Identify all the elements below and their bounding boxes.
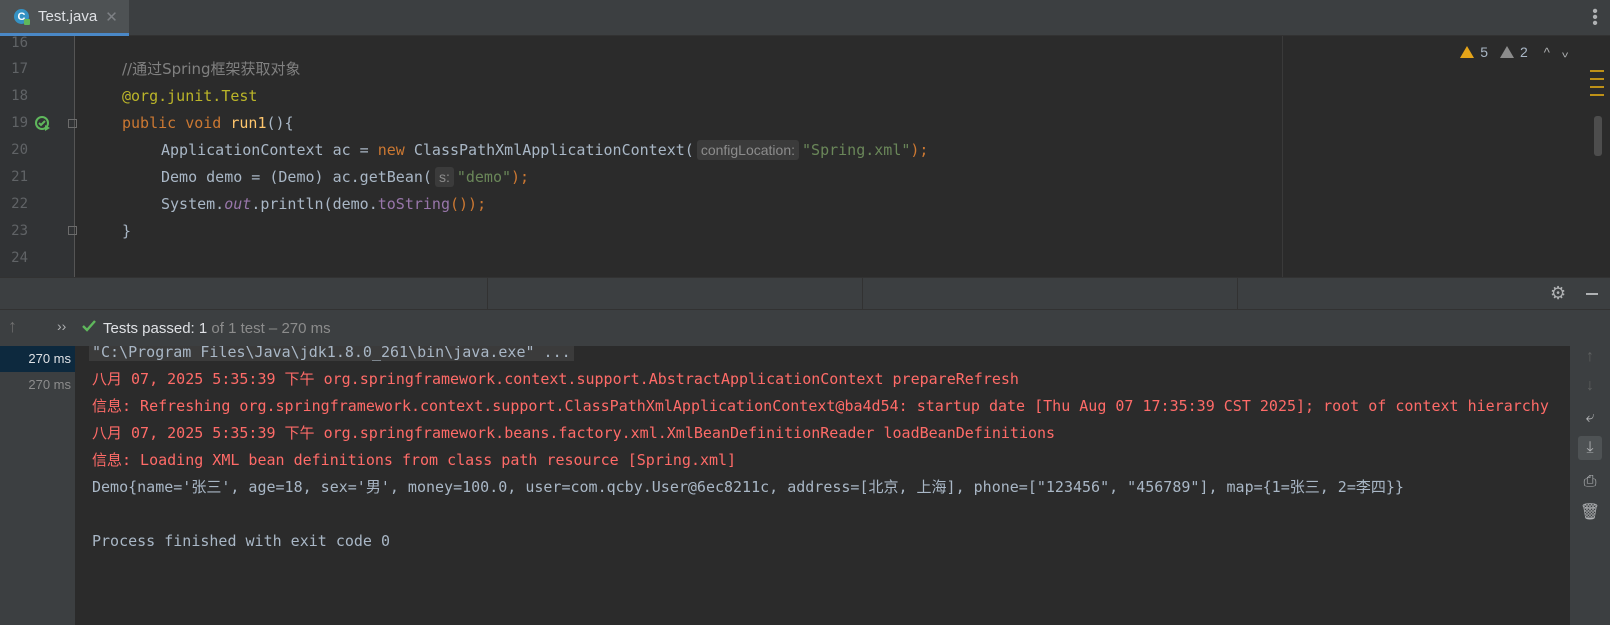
line-number: 19 [11, 115, 28, 131]
parameter-hint: s: [434, 167, 454, 187]
console-line: 八月 07, 2025 5:35:39 下午 org.springframewo… [92, 424, 1056, 442]
line-number: 18 [11, 88, 28, 104]
fold-icon[interactable] [68, 226, 77, 235]
trash-icon[interactable]: 🗑 [1578, 500, 1602, 524]
print-icon[interactable]: ⎙ [1578, 470, 1602, 494]
java-class-icon: C [14, 9, 30, 25]
code-text: System. [161, 195, 225, 213]
code-keyword: void [185, 114, 222, 132]
tab-label: Test.java [38, 8, 98, 25]
code-text: Demo demo = (Demo) ac.getBean( [161, 168, 432, 186]
error-stripe[interactable] [1590, 70, 1604, 102]
status-label: Tests passed: [103, 320, 199, 337]
console-output[interactable]: "C:\Program Files\Java\jdk1.8.0_261\bin\… [75, 346, 1570, 625]
tab-test-java[interactable]: C Test.java ✕ [0, 0, 129, 36]
editor-gutter: 16 17 18 19 20 21 22 23 24 [0, 36, 77, 277]
fold-icon[interactable] [68, 119, 77, 128]
test-results-tree: 270 ms 270 ms [0, 346, 75, 625]
line-number: 21 [11, 169, 28, 185]
warning-count: 5 [1480, 44, 1488, 60]
code-static-field: out [224, 195, 252, 213]
tree-item[interactable]: 270 ms [0, 372, 75, 398]
code-string: "Spring.xml" [802, 141, 911, 159]
line-number: 17 [11, 61, 28, 77]
line-number: 22 [11, 196, 28, 212]
test-status-text: Tests passed: 1 of 1 test – 270 ms [103, 320, 331, 337]
soft-wrap-icon[interactable]: ⤶ [1578, 406, 1602, 430]
code-text: ClassPathXmlApplicationContext( [404, 141, 694, 159]
chevron-up-icon[interactable]: ^ [1544, 45, 1550, 60]
console-command: "C:\Program Files\Java\jdk1.8.0_261\bin\… [89, 346, 574, 361]
code-line-18: @org.junit.Test [122, 83, 257, 110]
code-line-23: } [122, 218, 131, 245]
code-comment: //通过Spring框架获取对象 [122, 60, 301, 78]
arrow-down-icon[interactable]: ↓ [1578, 374, 1602, 398]
code-keyword: public [122, 114, 177, 132]
console-line: 八月 07, 2025 5:35:39 下午 org.springframewo… [92, 370, 1019, 388]
code-line-22: System.out.println(demo.toString()); [161, 191, 486, 218]
arrow-up-icon[interactable]: ↑ [8, 316, 17, 337]
editor-scrollbar[interactable] [1594, 116, 1602, 156]
double-chevron-icon[interactable]: ›› [57, 318, 66, 334]
code-text: .println(demo. [251, 195, 378, 213]
editor-tab-bar: C Test.java ✕ • • • [0, 0, 1610, 36]
code-line-21: Demo demo = (Demo) ac.getBean(s: "demo"); [161, 164, 529, 191]
arrow-up-icon[interactable]: ↑ [1578, 345, 1602, 369]
minimize-icon[interactable] [1586, 293, 1598, 295]
status-count: 1 [198, 320, 208, 337]
code-method-name: run1 [230, 114, 267, 132]
right-margin-guide [1282, 36, 1283, 277]
divider [487, 278, 488, 309]
code-keyword: new [377, 141, 405, 159]
gear-icon[interactable]: ⚙ [1550, 284, 1568, 302]
code-editor[interactable]: 16 17 18 19 20 21 22 23 24 //通过Spring框架获… [0, 36, 1610, 277]
code-string: "demo" [456, 168, 512, 186]
code-text: } [122, 222, 132, 240]
warning-marker[interactable] [1590, 70, 1604, 72]
line-number: 23 [11, 223, 28, 239]
code-annotation: @org.junit. [122, 87, 222, 105]
weak-warning-count: 2 [1519, 44, 1528, 60]
check-icon [82, 320, 96, 332]
tree-item[interactable]: 270 ms [0, 346, 75, 372]
run-tool-window-header: ⚙ [0, 277, 1610, 310]
divider [862, 278, 863, 309]
code-line-19: public void run1(){ [122, 110, 294, 137]
code-method-call: toString [377, 195, 450, 213]
line-number: 16 [11, 36, 28, 51]
code-text: (){ [266, 114, 294, 132]
parameter-hint: configLocation: [696, 140, 800, 160]
warning-icon [1460, 46, 1475, 58]
test-status-bar: ↑ ›› Tests passed: 1 of 1 test – 270 ms [0, 310, 1610, 346]
line-number: 24 [11, 250, 28, 266]
console-line: 信息: Loading XML bean definitions from cl… [92, 451, 737, 469]
warning-marker[interactable] [1590, 78, 1604, 80]
weak-warning-icon [1499, 46, 1514, 58]
code-text: ); [511, 168, 530, 186]
run-test-icon[interactable] [35, 116, 51, 132]
warning-marker[interactable] [1590, 94, 1604, 96]
console-toolbar: ↑ ↓ ⤶ ⤓ ⎙ 🗑 [1570, 346, 1610, 625]
scroll-to-end-icon[interactable]: ⤓ [1578, 436, 1602, 460]
code-annotation-name: Test [221, 87, 258, 105]
code-text: ()); [450, 195, 487, 213]
console-line: Demo{name='张三', age=18, sex='男', money=1… [92, 478, 1404, 496]
code-line-17: //通过Spring框架获取对象 [122, 56, 301, 83]
inspection-widget[interactable]: 5 2 ^ ^ [1460, 44, 1568, 60]
code-line-20: ApplicationContext ac = new ClassPathXml… [161, 137, 928, 164]
close-icon[interactable]: ✕ [105, 8, 118, 26]
line-number: 20 [11, 142, 28, 158]
status-detail: of 1 test – 270 ms [207, 320, 331, 337]
console-line: Process finished with exit code 0 [92, 532, 391, 550]
console-line: "C:\Program Files\Java\jdk1.8.0_261\bin\… [89, 346, 574, 366]
code-text: ); [910, 141, 929, 159]
divider [1237, 278, 1238, 309]
more-vertical-icon[interactable]: • • • [1592, 4, 1598, 32]
chevron-down-icon[interactable]: ^ [1562, 45, 1568, 60]
console-line: 信息: Refreshing org.springframework.conte… [92, 397, 1549, 415]
warning-marker[interactable] [1590, 86, 1604, 88]
code-text: ApplicationContext ac = [161, 141, 378, 159]
